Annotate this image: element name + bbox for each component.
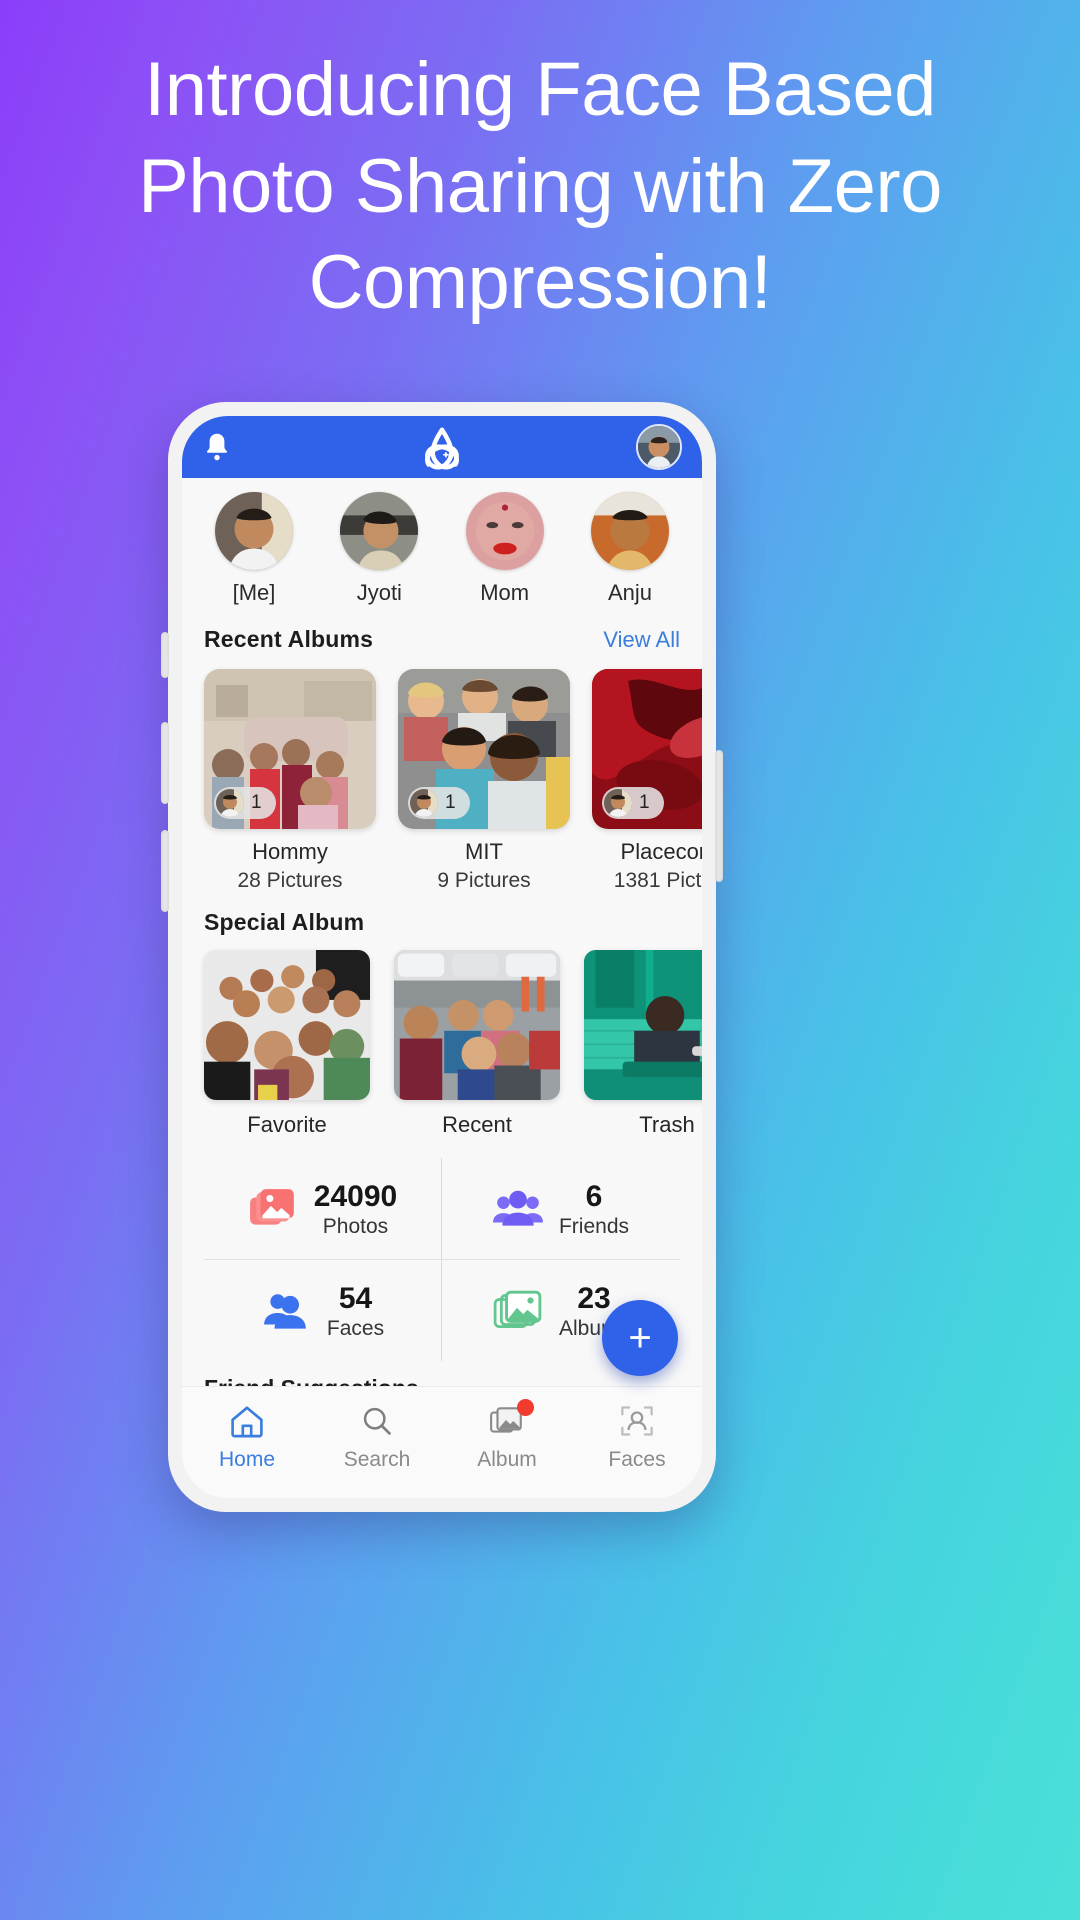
stat-label: Photos	[322, 1215, 389, 1238]
album-count: 1381 Pictures	[613, 869, 702, 892]
app-bar	[182, 416, 702, 478]
album-badge-count: 1	[639, 792, 650, 813]
special-album-card[interactable]: Trash	[584, 950, 702, 1138]
face-name: Jyoti	[356, 580, 402, 605]
album-badge-count: 1	[251, 792, 262, 813]
plus-icon: +	[628, 1316, 652, 1360]
faces-carousel[interactable]: [Me] Jyoti Mom Anju	[182, 478, 702, 616]
stat-faces[interactable]: 54 Faces	[204, 1260, 442, 1361]
recent-albums-header: Recent Albums View All	[182, 616, 702, 655]
face-chip[interactable]: Jyoti	[323, 492, 435, 606]
face-avatar	[465, 492, 544, 570]
special-album-card[interactable]: Favorite	[204, 950, 370, 1138]
stat-label: Faces	[326, 1317, 385, 1340]
nav-label: Faces	[608, 1448, 666, 1471]
nav-label: Home	[218, 1448, 276, 1471]
stat-label: Friends	[558, 1215, 630, 1238]
album-badge-avatar	[410, 789, 438, 817]
add-button[interactable]: +	[602, 1300, 678, 1376]
album-face-badge: 1	[602, 787, 664, 819]
special-album-thumbnail	[204, 950, 370, 1100]
special-album-title: Special Album	[204, 909, 365, 935]
special-album-thumbnail	[584, 950, 702, 1100]
album-badge-avatar	[604, 789, 632, 817]
face-name: [Me]	[232, 580, 276, 605]
phone-volume-up[interactable]	[161, 722, 169, 804]
album-name: MIT	[465, 839, 503, 864]
face-chip[interactable]: Anju	[574, 492, 686, 606]
special-album-thumbnail	[394, 950, 560, 1100]
bell-icon[interactable]	[202, 431, 232, 463]
profile-avatar[interactable]	[636, 424, 682, 470]
photos-icon	[248, 1187, 298, 1233]
nav-item-home[interactable]: Home	[182, 1401, 312, 1472]
special-album-name: Recent	[442, 1112, 512, 1137]
nav-item-search[interactable]: Search	[312, 1401, 442, 1472]
stat-value: 54	[338, 1282, 373, 1315]
phone-screen: [Me] Jyoti Mom Anju Recent Albums View A…	[182, 416, 702, 1498]
face-name: Mom	[480, 580, 530, 605]
phone-mute-switch[interactable]	[161, 632, 169, 678]
album-face-badge: 1	[408, 787, 470, 819]
special-album-card[interactable]: Recent	[394, 950, 560, 1138]
album-badge-count: 1	[445, 792, 456, 813]
album-name: Hommy	[252, 839, 328, 864]
album-card[interactable]: 1 Placecomm 1381 Pictures	[592, 669, 702, 893]
album-badge-avatar	[216, 789, 244, 817]
special-album-name: Favorite	[247, 1112, 327, 1137]
album-icon	[442, 1399, 572, 1441]
friends-icon	[492, 1187, 543, 1233]
stat-value: 24090	[313, 1180, 398, 1213]
face-chip[interactable]: [Me]	[198, 492, 310, 606]
stat-value: 6	[585, 1180, 603, 1213]
search-icon	[312, 1401, 442, 1441]
special-album-name: Trash	[639, 1112, 695, 1137]
nav-label: Search	[343, 1448, 411, 1471]
trinity-knot-logo	[414, 422, 470, 478]
bottom-navigation: Home Search Album Faces	[182, 1386, 702, 1498]
album-card[interactable]: 1 MIT 9 Pictures	[398, 669, 570, 893]
album-face-badge: 1	[214, 787, 276, 819]
page-title: Introducing Face Based Photo Sharing wit…	[138, 47, 942, 326]
nav-label: Album	[477, 1448, 537, 1471]
view-all-link[interactable]: View All	[603, 627, 680, 653]
recent-albums-title: Recent Albums	[204, 626, 374, 652]
album-thumbnail: 1	[398, 669, 570, 829]
special-album-carousel[interactable]: Favorite Recent Trash	[182, 938, 702, 1142]
phone-volume-down[interactable]	[161, 830, 169, 912]
special-album-header: Special Album	[182, 899, 702, 938]
stat-friends[interactable]: 6 Friends	[442, 1158, 680, 1260]
album-thumbnail: 1	[592, 669, 702, 829]
stat-value: 23	[577, 1282, 611, 1315]
nav-item-album[interactable]: Album	[442, 1399, 572, 1472]
stat-photos[interactable]: 24090 Photos	[204, 1158, 442, 1260]
face-avatar	[340, 492, 419, 570]
album-count: 28 Pictures	[237, 869, 343, 892]
home-icon	[182, 1401, 312, 1441]
face-avatar	[215, 492, 293, 570]
face-chip[interactable]: Mom	[449, 492, 561, 606]
album-count: 9 Pictures	[437, 869, 531, 892]
faces-nav-icon	[572, 1401, 702, 1441]
album-thumbnail: 1	[204, 669, 376, 829]
faces-icon	[261, 1289, 311, 1335]
album-name: Placecomm	[620, 839, 702, 864]
album-card[interactable]: 1 Hommy 28 Pictures	[204, 669, 376, 893]
recent-albums-carousel[interactable]: 1 Hommy 28 Pictures 1 MIT 9 Pictures 1 P…	[182, 655, 702, 899]
phone-mockup: [Me] Jyoti Mom Anju Recent Albums View A…	[161, 402, 723, 1512]
album-notification-badge	[517, 1399, 535, 1416]
phone-power-button[interactable]	[715, 750, 723, 882]
face-avatar	[590, 492, 669, 570]
albums-icon	[493, 1289, 543, 1335]
nav-item-faces[interactable]: Faces	[572, 1401, 702, 1472]
face-name: Anju	[607, 580, 652, 605]
